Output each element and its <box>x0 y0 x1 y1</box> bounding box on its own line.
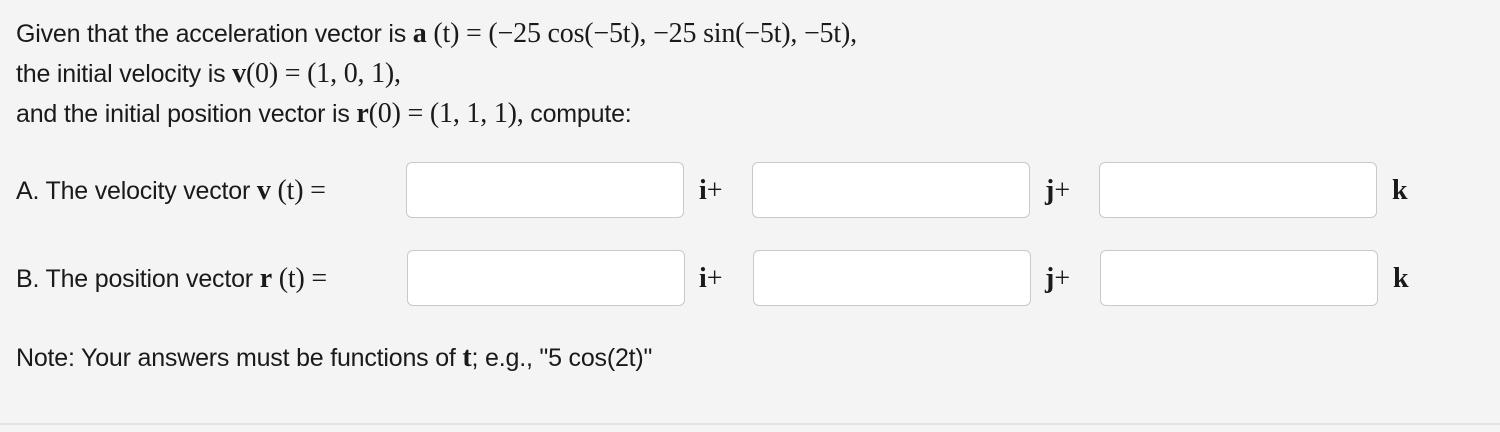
position-k-unit: k <box>1393 263 1409 294</box>
initial-velocity-expression: v(0) = (1, 0, 1), <box>232 58 401 89</box>
velocity-i-unit: i+ <box>699 174 723 208</box>
velocity-i-unit-letter: i <box>699 175 707 206</box>
part-b-function-of-t: (t) = <box>278 263 327 294</box>
part-a-label-text: A. The velocity vector <box>16 177 257 205</box>
velocity-j-unit-letter: j <box>1045 175 1055 206</box>
acceleration-vector-symbol: a <box>412 18 427 49</box>
velocity-j-plus: + <box>1054 175 1071 206</box>
note-variable: t <box>462 342 472 373</box>
part-a-label-math: v (t) = <box>257 175 326 206</box>
bottom-divider <box>0 423 1500 425</box>
initial-position-formula: (0) = (1, 1, 1), <box>368 98 524 129</box>
part-b-vector-symbol: r <box>259 263 272 294</box>
problem-line1-text: Given that the acceleration vector is <box>16 20 413 48</box>
note-prefix: Note: Your answers must be functions of <box>16 344 463 372</box>
position-j-component-input[interactable] <box>753 250 1031 306</box>
velocity-j-unit: j+ <box>1045 174 1070 208</box>
part-a-vector-symbol: v <box>256 175 271 206</box>
acceleration-expression: a (t) = (−25 cos(−5t), −25 sin(−5t), −5t… <box>413 18 857 49</box>
position-j-plus: + <box>1054 263 1071 294</box>
position-i-component-input[interactable] <box>407 250 685 306</box>
position-i-unit-letter: i <box>699 263 707 294</box>
velocity-vector-symbol: v <box>232 58 246 89</box>
velocity-i-plus: + <box>706 175 723 206</box>
position-i-unit: i+ <box>699 262 723 296</box>
part-b-label-text: B. The position vector <box>16 265 260 293</box>
problem-statement: Given that the acceleration vector is a … <box>16 14 857 134</box>
part-b-label-math: r (t) = <box>260 263 327 294</box>
acceleration-formula: (t) = (−25 cos(−5t), −25 sin(−5t), −5t), <box>433 18 857 49</box>
position-vector-symbol: r <box>356 98 369 129</box>
velocity-i-component-input[interactable] <box>406 162 684 218</box>
velocity-j-component-input[interactable] <box>752 162 1030 218</box>
initial-velocity-formula: (0) = (1, 0, 1), <box>245 58 401 89</box>
velocity-k-unit: k <box>1392 175 1408 206</box>
part-a-label: A. The velocity vector v (t) = <box>16 172 326 210</box>
note-suffix: ; e.g., "5 cos(2t)" <box>471 344 653 372</box>
problem-line-velocity: the initial velocity is v(0) = (1, 0, 1)… <box>16 54 857 94</box>
position-j-unit: j+ <box>1045 262 1070 296</box>
problem-line3-text: and the initial position vector is <box>16 100 357 128</box>
problem-line-position: and the initial position vector is r(0) … <box>16 94 857 134</box>
position-k-component-input[interactable] <box>1100 250 1378 306</box>
initial-position-expression: r(0) = (1, 1, 1), <box>356 98 523 129</box>
problem-line-acceleration: Given that the acceleration vector is a … <box>16 14 857 54</box>
answer-format-note: Note: Your answers must be functions of … <box>16 338 652 378</box>
part-b-label: B. The position vector r (t) = <box>16 260 327 298</box>
problem-line2-text: the initial velocity is <box>16 60 233 88</box>
part-b-row: B. The position vector r (t) = i+ j+ k <box>16 250 1486 308</box>
position-j-unit-letter: j <box>1045 263 1055 294</box>
position-i-plus: + <box>706 263 723 294</box>
problem-line3-suffix: compute: <box>523 100 632 128</box>
part-a-row: A. The velocity vector v (t) = i+ j+ k <box>16 162 1486 220</box>
velocity-k-component-input[interactable] <box>1099 162 1377 218</box>
part-a-function-of-t: (t) = <box>277 175 326 206</box>
